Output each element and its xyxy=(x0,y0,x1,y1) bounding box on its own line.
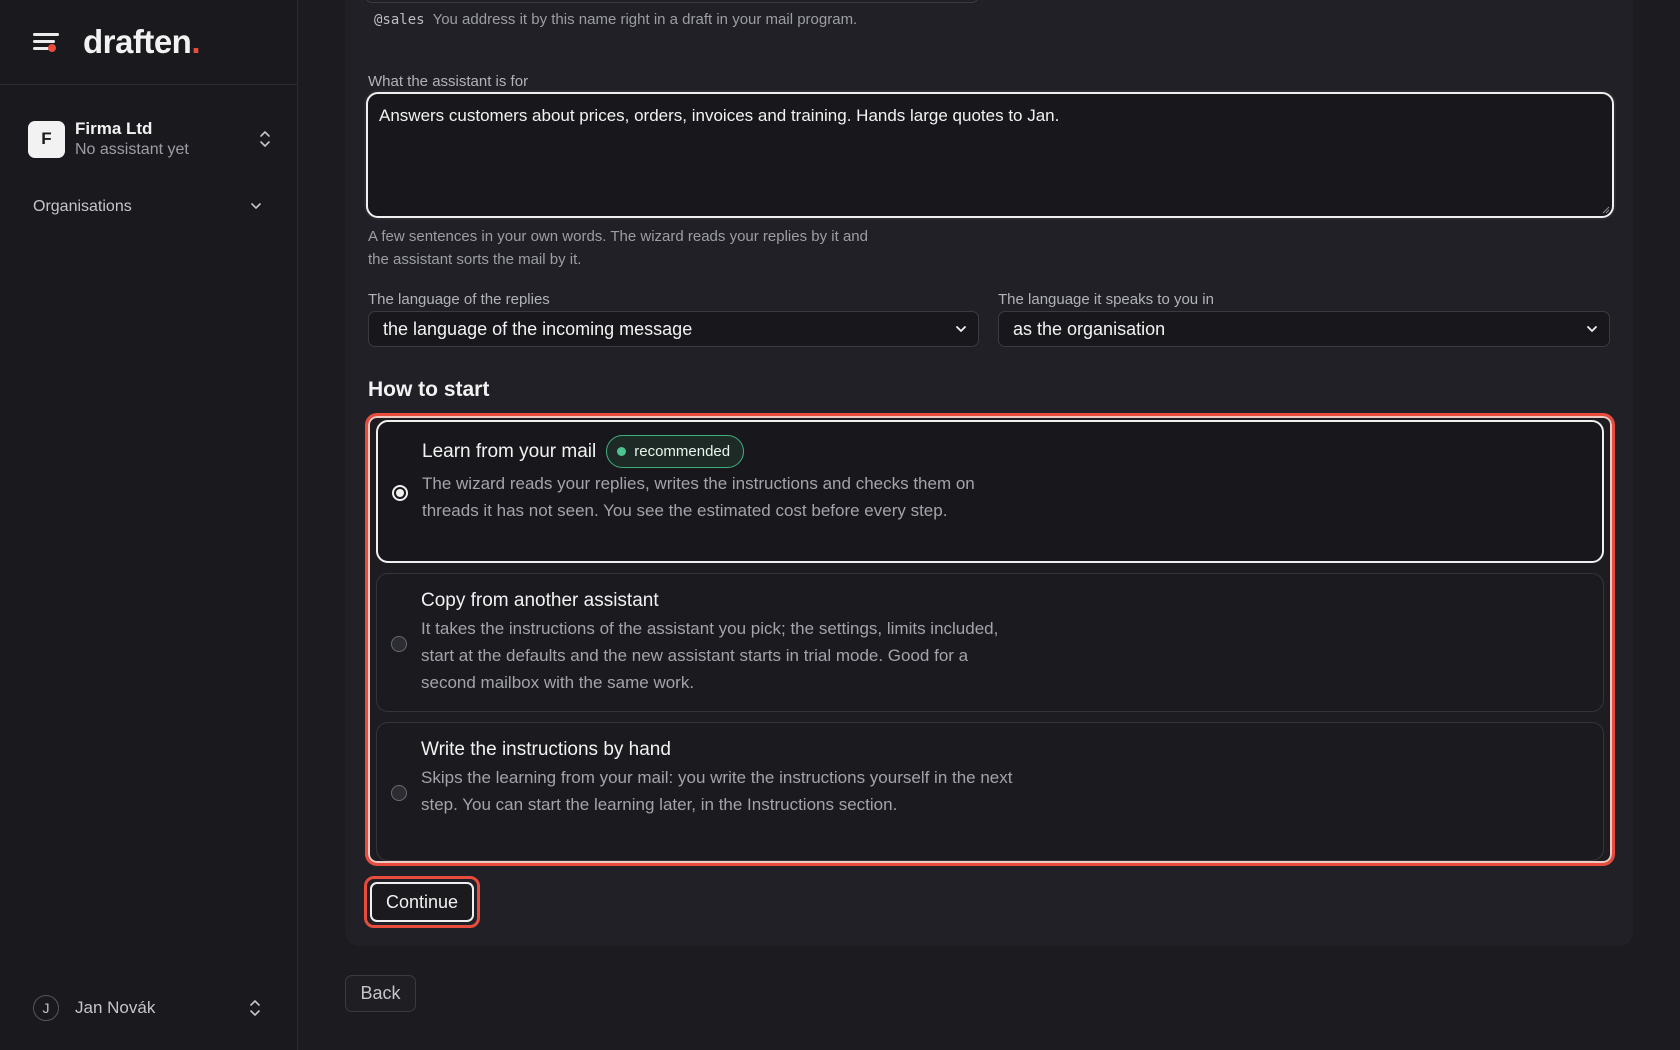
app-logo[interactable]: draften. xyxy=(83,23,200,61)
option-description: The wizard reads your replies, writes th… xyxy=(422,474,975,520)
option-title: Learn from your mail recommended xyxy=(422,435,745,468)
user-name: Jan Novák xyxy=(75,998,156,1017)
ui-language-label: The language it speaks to you in xyxy=(998,291,1214,308)
radio-copy-from-assistant[interactable] xyxy=(391,636,407,652)
org-switcher[interactable]: F Firma Ltd No assistant yet xyxy=(28,117,273,161)
alias-hint-text: You address it by this name right in a d… xyxy=(432,11,858,28)
badge-label: recommended xyxy=(634,443,731,460)
radio-learn-from-mail[interactable] xyxy=(392,485,408,501)
radio-write-by-hand[interactable] xyxy=(391,785,407,801)
purpose-textarea[interactable]: Answers customers about prices, orders, … xyxy=(366,92,1614,218)
reply-language-select[interactable]: the language of the incoming message xyxy=(368,311,979,347)
status-dot-icon xyxy=(617,447,627,456)
logo-text: draften xyxy=(83,23,192,60)
user-avatar: J xyxy=(33,995,59,1021)
user-switcher[interactable]: J Jan Novák xyxy=(33,994,263,1022)
organisations-section-toggle[interactable]: Organisations xyxy=(33,198,263,216)
org-subtitle: No assistant yet xyxy=(75,140,189,158)
org-name: Firma Ltd xyxy=(75,119,153,139)
option-title: Copy from another assistant xyxy=(421,590,659,611)
org-avatar: F xyxy=(28,120,65,158)
continue-button[interactable]: Continue xyxy=(370,882,474,922)
option-description: Skips the learning from your mail: you w… xyxy=(421,768,1013,814)
reply-language-label: The language of the replies xyxy=(368,291,550,308)
back-button[interactable]: Back xyxy=(345,975,416,1012)
option-write-by-hand[interactable]: Write the instructions by hand Skips the… xyxy=(376,722,1604,861)
continue-button-focus-ring: Continue xyxy=(364,876,480,928)
alias-hint: @sales You address it by this name right … xyxy=(368,8,888,32)
chevron-up-down-icon xyxy=(257,129,273,149)
organisations-label: Organisations xyxy=(33,198,132,215)
chevron-down-icon xyxy=(1587,326,1597,332)
recommended-badge: recommended xyxy=(606,435,745,468)
alias-input[interactable] xyxy=(366,0,978,3)
chevron-down-icon xyxy=(249,198,263,216)
option-description: It takes the instructions of the assista… xyxy=(421,619,999,692)
chevron-up-down-icon xyxy=(247,998,263,1018)
alias-code: @sales xyxy=(374,12,425,28)
sidebar: draften. F Firma Ltd No assistant yet Or… xyxy=(0,0,298,1050)
how-to-start-title: How to start xyxy=(368,378,490,401)
ui-language-select[interactable]: as the organisation xyxy=(998,311,1610,347)
purpose-hint: A few sentences in your own words. The w… xyxy=(368,228,868,268)
resize-grip-icon[interactable] xyxy=(1600,204,1610,214)
ui-language-value: as the organisation xyxy=(1013,318,1166,339)
option-copy-from-assistant[interactable]: Copy from another assistant It takes the… xyxy=(376,573,1604,712)
option-learn-from-mail[interactable]: Learn from your mail recommended The wiz… xyxy=(376,420,1604,563)
reply-language-value: the language of the incoming message xyxy=(383,318,693,339)
purpose-label: What the assistant is for xyxy=(368,73,529,90)
brand-bar: draften. xyxy=(0,0,297,85)
chevron-down-icon xyxy=(956,326,966,332)
menu-icon[interactable] xyxy=(33,31,59,53)
option-title: Write the instructions by hand xyxy=(421,739,671,760)
start-options-group: Learn from your mail recommended The wiz… xyxy=(365,413,1615,866)
logo-dot: . xyxy=(191,23,201,60)
option-title-text: Learn from your mail xyxy=(422,440,597,462)
